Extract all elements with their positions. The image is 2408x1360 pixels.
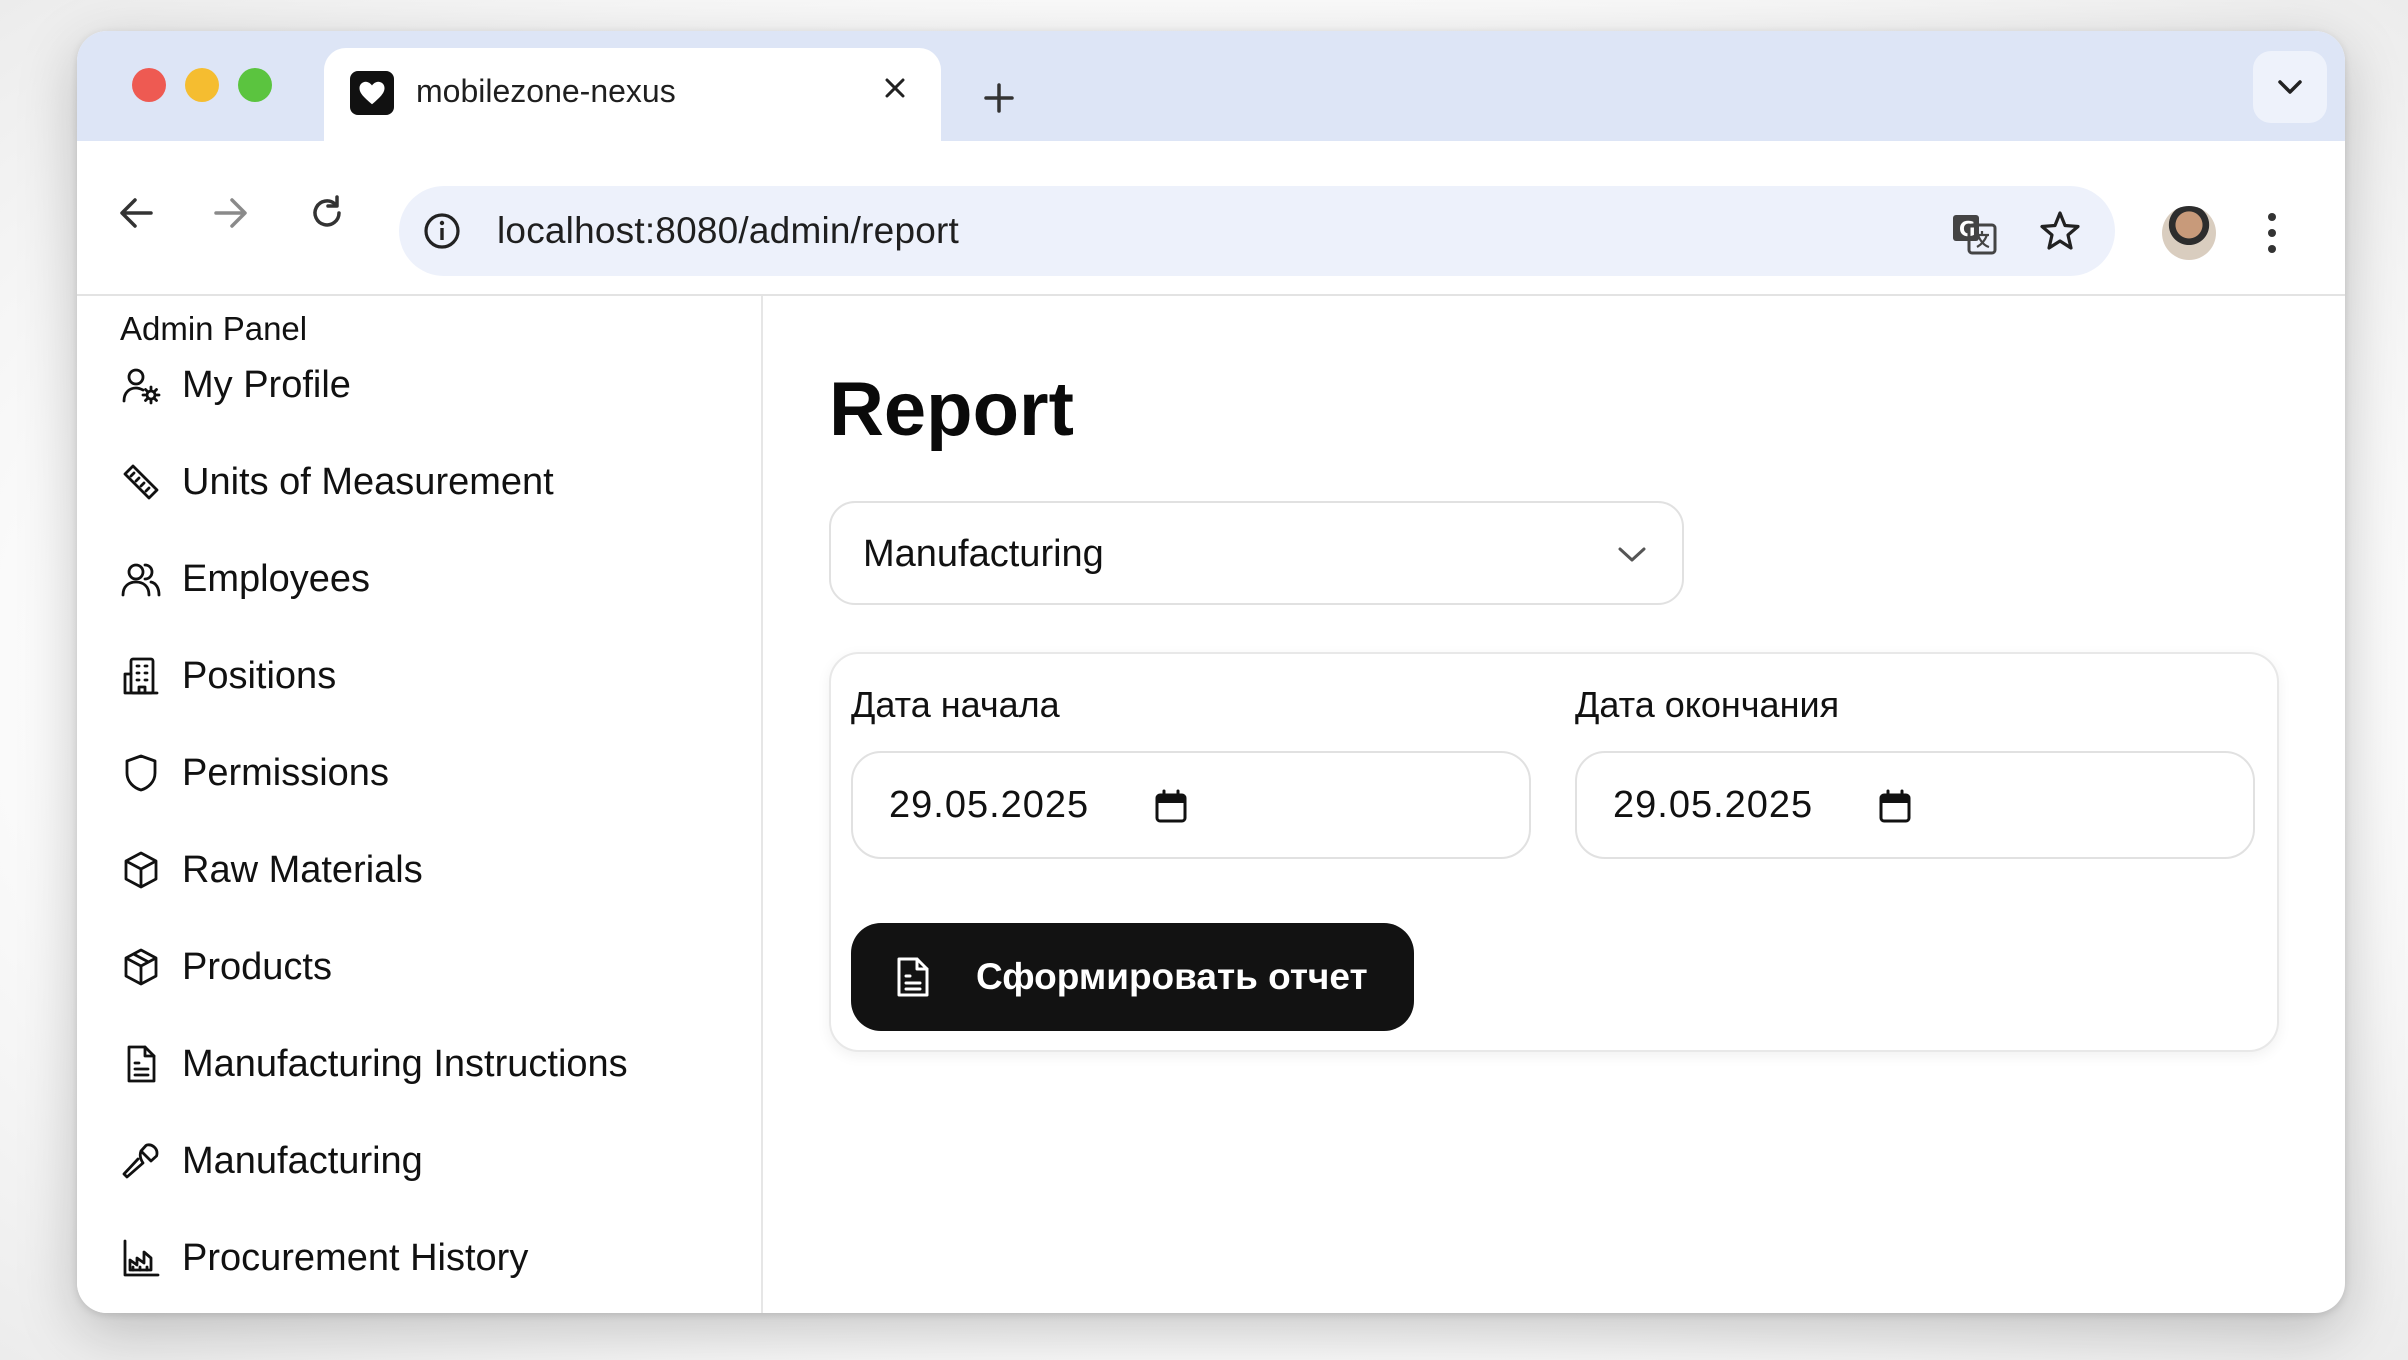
ruler-icon — [120, 461, 162, 503]
tab-close-icon[interactable] — [875, 68, 915, 108]
sidebar-item-manufacturing[interactable]: Manufacturing — [120, 1131, 423, 1191]
end-date-input[interactable]: 29.05.2025 — [1575, 751, 2255, 859]
sidebar-item-label: Raw Materials — [182, 848, 423, 891]
sidebar-title: Admin Panel — [120, 310, 308, 347]
svg-text:G: G — [1959, 217, 1975, 241]
sidebar-item-label: Manufacturing — [182, 1139, 423, 1182]
sidebar-item-procurement-history[interactable]: Procurement History — [120, 1228, 528, 1288]
sidebar-item-raw-materials[interactable]: Raw Materials — [120, 840, 423, 900]
profile-avatar[interactable] — [2162, 206, 2216, 260]
sidebar-item-label: Products — [182, 945, 332, 988]
date-range-card: Дата начала 29.05.2025 Дата окончания 29… — [829, 652, 2279, 1052]
translate-icon[interactable]: G — [1949, 208, 1999, 258]
sidebar-item-label: Permissions — [182, 751, 389, 794]
new-tab-plus-icon[interactable] — [977, 76, 1021, 120]
browser-window: mobilezone-nexus localhost:8080/admin/re — [77, 31, 2345, 1313]
package-icon — [120, 946, 162, 988]
calendar-icon[interactable] — [1877, 787, 1913, 825]
factory-icon — [120, 1237, 162, 1279]
heart-favicon-icon — [350, 71, 394, 115]
tab-title: mobilezone-nexus — [416, 73, 676, 109]
end-date-value: 29.05.2025 — [1613, 784, 1814, 826]
end-date-label: Дата окончания — [1575, 684, 1840, 725]
document-icon — [893, 954, 933, 1000]
sidebar-item-label: Manufacturing Instructions — [182, 1042, 628, 1085]
chevron-down-icon — [1612, 535, 1652, 575]
sidebar-item-permissions[interactable]: Permissions — [120, 743, 389, 803]
minimize-window-button[interactable] — [185, 68, 219, 102]
tab-search-chevron-icon[interactable] — [2253, 51, 2327, 123]
main-content: Report Manufacturing Дата начала 29.05.2… — [763, 296, 2345, 1313]
shield-icon — [120, 752, 162, 794]
generate-report-button[interactable]: Сформировать отчет — [851, 923, 1414, 1031]
building-icon — [120, 655, 162, 697]
document-icon — [120, 1043, 162, 1085]
site-info-icon[interactable] — [419, 208, 465, 254]
calendar-icon[interactable] — [1153, 787, 1189, 825]
browser-menu-icon[interactable] — [2252, 205, 2292, 261]
sidebar-item-label: Units of Measurement — [182, 460, 554, 503]
sidebar-item-label: Employees — [182, 557, 370, 600]
generate-report-label: Сформировать отчет — [976, 956, 1368, 997]
box-icon — [120, 849, 162, 891]
sidebar-item-products[interactable]: Products — [120, 937, 332, 997]
url-text: localhost:8080/admin/report — [497, 210, 960, 251]
sidebar-item-label: Procurement History — [182, 1236, 529, 1279]
forward-arrow-icon[interactable] — [203, 185, 259, 241]
sidebar: Admin Panel My Profile Units of Measurem… — [77, 296, 763, 1313]
sidebar-item-units-of-measurement[interactable]: Units of Measurement — [120, 452, 554, 512]
page-title: Report — [829, 367, 1074, 452]
tab-strip: mobilezone-nexus — [77, 31, 2345, 141]
bookmark-star-icon[interactable] — [2035, 206, 2085, 256]
sidebar-item-label: My Profile — [182, 363, 351, 406]
close-window-button[interactable] — [132, 68, 166, 102]
browser-tab[interactable]: mobilezone-nexus — [324, 48, 941, 141]
sidebar-item-employees[interactable]: Employees — [120, 549, 370, 609]
address-bar[interactable]: localhost:8080/admin/report G — [399, 186, 2115, 276]
back-arrow-icon[interactable] — [108, 185, 164, 241]
browser-toolbar: localhost:8080/admin/report G — [77, 141, 2345, 296]
users-icon — [120, 558, 162, 600]
wrench-icon — [120, 1140, 162, 1182]
sidebar-item-my-profile[interactable]: My Profile — [120, 355, 351, 415]
maximize-window-button[interactable] — [238, 68, 272, 102]
sidebar-item-label: Positions — [182, 654, 337, 697]
start-date-input[interactable]: 29.05.2025 — [851, 751, 1531, 859]
sidebar-item-manufacturing-instructions[interactable]: Manufacturing Instructions — [120, 1034, 628, 1094]
reload-icon[interactable] — [299, 185, 355, 241]
user-gear-icon — [120, 364, 162, 406]
report-type-select[interactable]: Manufacturing — [829, 501, 1684, 605]
start-date-label: Дата начала — [851, 684, 1060, 725]
start-date-value: 29.05.2025 — [889, 784, 1090, 826]
sidebar-item-positions[interactable]: Positions — [120, 646, 336, 706]
report-type-value: Manufacturing — [863, 533, 1104, 575]
